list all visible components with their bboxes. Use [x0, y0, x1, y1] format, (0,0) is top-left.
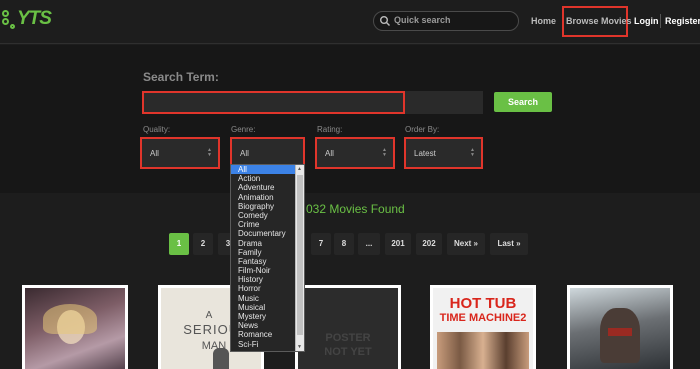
genre-option[interactable]: All [231, 165, 296, 175]
genre-option[interactable]: Action [231, 174, 296, 183]
select-arrows-icon: ▲ ▼ [382, 147, 387, 158]
order-by-label: Order By: [405, 125, 440, 134]
order-by-select[interactable]: Latest ▲ ▼ [404, 137, 483, 169]
page-button-7[interactable]: 7 [311, 233, 331, 255]
poster-cast-shape [437, 332, 529, 369]
genre-option[interactable]: News [231, 321, 296, 330]
nav-browse-movies[interactable]: Browse Movies [566, 16, 632, 26]
select-arrows-icon: ▲ ▼ [470, 147, 475, 158]
nav-separator [660, 14, 661, 28]
poster-placeholder-b: NOT YET [324, 346, 372, 358]
movie-poster-1[interactable] [22, 285, 128, 369]
genre-dropdown-list[interactable]: All Action Adventure Animation Biography Come… [230, 164, 305, 352]
next-page-button[interactable]: Next » [447, 233, 485, 255]
poster-figure-shape [213, 348, 229, 369]
logo-text: YTS [17, 8, 52, 29]
site-logo[interactable]: YTS [0, 8, 60, 34]
search-icon [380, 16, 390, 26]
poster-detail-shape [608, 328, 632, 336]
scrollbar-thumb[interactable] [297, 175, 303, 335]
last-page-button[interactable]: Last » [490, 233, 528, 255]
rating-value: All [325, 149, 334, 158]
poster-placeholder-a: POSTER [325, 332, 371, 344]
genre-option[interactable]: Romance [231, 330, 296, 339]
quality-value: All [150, 149, 159, 158]
genre-option[interactable]: Comedy [231, 211, 296, 220]
poster-title-b: TIME MACHINE2 [439, 312, 527, 324]
genre-option[interactable]: Crime [231, 220, 296, 229]
genre-option[interactable]: Animation [231, 193, 296, 202]
page-button-8[interactable]: 8 [334, 233, 354, 255]
page-button-2[interactable]: 2 [193, 233, 213, 255]
search-panel [0, 45, 700, 193]
page-button-201[interactable]: 201 [385, 233, 411, 255]
scroll-down-icon[interactable]: ▼ [297, 344, 302, 350]
order-by-value: Latest [414, 149, 436, 158]
genre-option[interactable]: Music [231, 294, 296, 303]
site-header: YTS Quick search Home Browse Movies Logi… [0, 0, 700, 44]
rating-label: Rating: [317, 125, 343, 134]
genre-option[interactable]: Horror [231, 284, 296, 293]
page-button-202[interactable]: 202 [416, 233, 442, 255]
genre-option[interactable]: Film-Noir [231, 266, 296, 275]
search-term-label: Search Term: [143, 70, 219, 84]
genre-options: All Action Adventure Animation Biography Come… [231, 165, 296, 349]
movie-poster-3[interactable]: POSTER NOT YET [295, 285, 401, 369]
quick-search-placeholder: Quick search [394, 15, 451, 25]
search-term-input-extension [405, 91, 483, 114]
movie-poster-5[interactable] [567, 285, 673, 369]
genre-option[interactable]: Drama [231, 239, 296, 248]
poster-title-a: HOT TUB [449, 295, 517, 312]
nav-login[interactable]: Login [634, 16, 659, 26]
genre-option[interactable]: Documentary [231, 229, 296, 238]
dropdown-scrollbar[interactable]: ▲ ▼ [295, 165, 304, 351]
genre-option[interactable]: Musical [231, 303, 296, 312]
select-arrows-icon: ▲ ▼ [207, 147, 212, 158]
genre-option[interactable]: Family [231, 248, 296, 257]
genre-option[interactable]: Fantasy [231, 257, 296, 266]
genre-option[interactable]: Adventure [231, 183, 296, 192]
search-term-input[interactable] [142, 91, 405, 114]
quality-select[interactable]: All ▲ ▼ [140, 137, 220, 169]
genre-option[interactable]: History [231, 275, 296, 284]
scroll-up-icon[interactable]: ▲ [297, 166, 302, 172]
genre-value: All [240, 149, 249, 158]
nav-register[interactable]: Register [665, 16, 700, 26]
poster-hair-shape [43, 304, 97, 334]
genre-option[interactable]: Biography [231, 202, 296, 211]
movie-poster-4[interactable]: HOT TUB TIME MACHINE2 [430, 285, 536, 369]
quality-label: Quality: [143, 125, 171, 134]
page-ellipsis: ... [358, 233, 380, 255]
genre-option[interactable]: Sci-Fi [231, 340, 296, 349]
genre-label: Genre: [231, 125, 256, 134]
page-button-1[interactable]: 1 [169, 233, 189, 255]
poster-title-a: A [205, 310, 213, 321]
search-button[interactable]: Search [494, 92, 552, 112]
quick-search-input[interactable]: Quick search [373, 11, 519, 31]
movies-found-count: 032 Movies Found [306, 202, 405, 216]
rating-select[interactable]: All ▲ ▼ [315, 137, 395, 169]
genre-option[interactable]: Mystery [231, 312, 296, 321]
nav-home[interactable]: Home [531, 16, 556, 26]
